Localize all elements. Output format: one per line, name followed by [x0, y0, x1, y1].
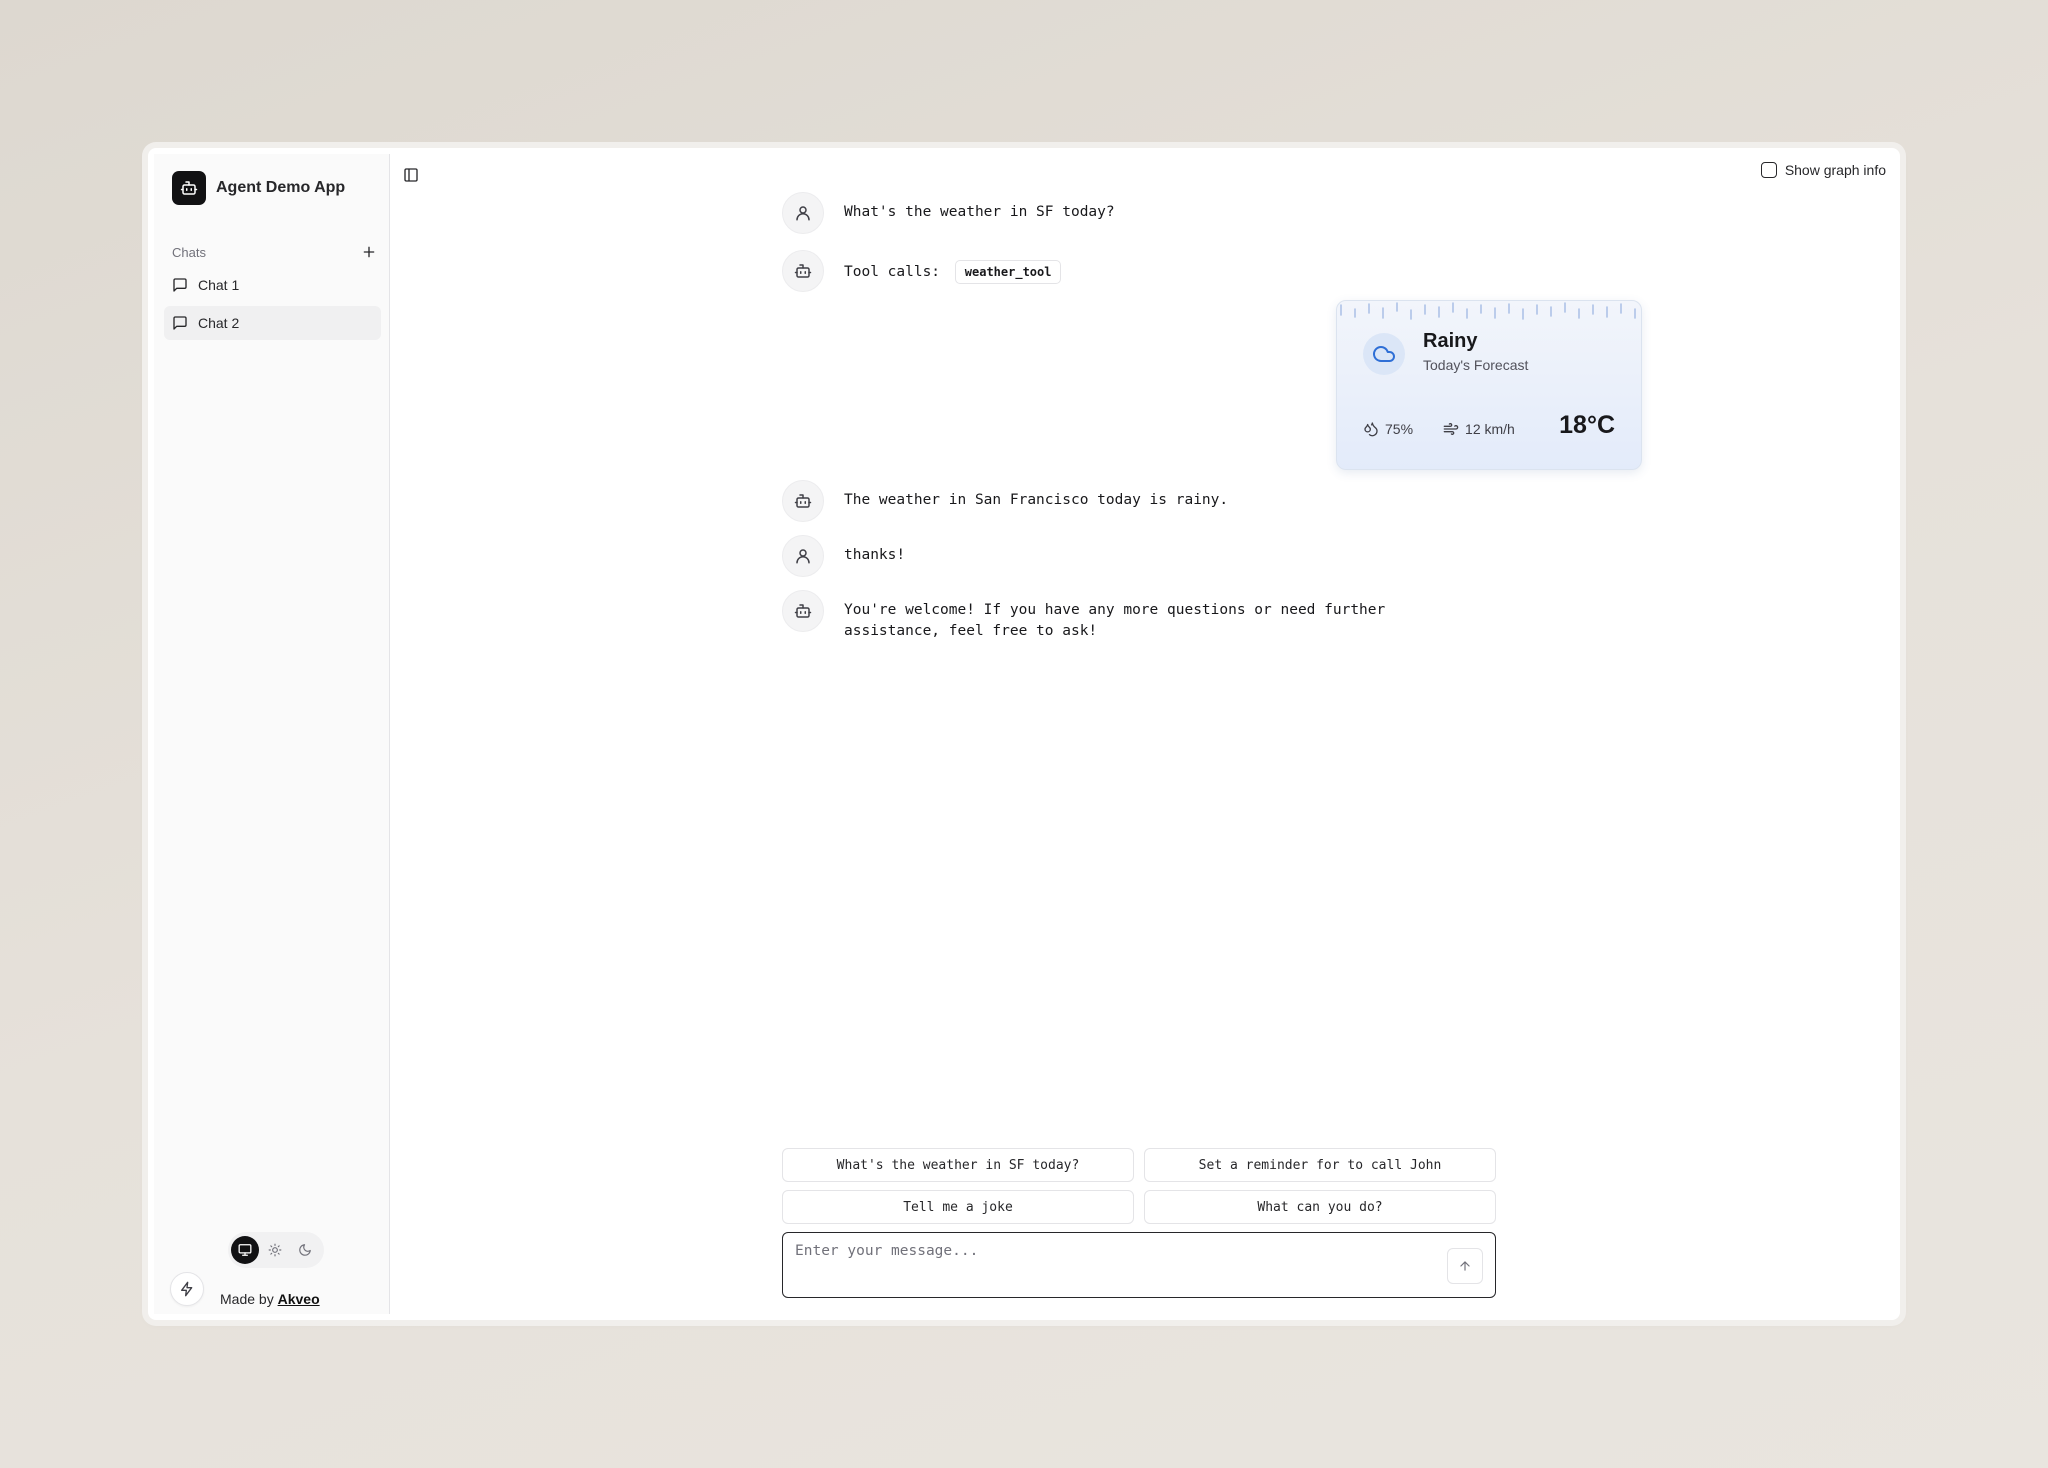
wind-stat: 12 km/h: [1443, 421, 1515, 437]
bot-avatar: [782, 590, 824, 632]
graph-info-label: Show graph info: [1784, 162, 1886, 178]
toggle-sidebar-button[interactable]: [400, 164, 422, 186]
weather-subtitle: Today's Forecast: [1423, 357, 1529, 373]
new-chat-button[interactable]: [357, 240, 381, 264]
suggestion-button[interactable]: What can you do?: [1144, 1190, 1496, 1224]
theme-light-button[interactable]: [261, 1236, 289, 1264]
message-user: thanks!: [782, 535, 1424, 577]
theme-toggle: [228, 1232, 324, 1268]
temperature-value: 18°C: [1559, 411, 1615, 439]
akveo-link[interactable]: Akveo: [278, 1291, 320, 1307]
chats-header: Chats: [172, 242, 381, 262]
graph-info-checkbox[interactable]: [1760, 162, 1777, 178]
sidebar-item-label: Chat 1: [198, 277, 240, 293]
message-text: You're welcome! If you have any more que…: [844, 602, 1386, 639]
quick-action-button[interactable]: [170, 1272, 204, 1306]
message-text: What's the weather in SF today?: [844, 204, 1115, 220]
weather-condition: Rainy: [1423, 330, 1478, 352]
chats-label: Chats: [172, 244, 206, 260]
wind-icon: [1443, 423, 1459, 435]
sidebar-item-label: Chat 2: [198, 315, 240, 331]
arrow-up-icon: [1460, 1261, 1470, 1271]
app-window: Agent Demo App Chats Chat 1 Chat 2 Made …: [148, 148, 1900, 1320]
plus-icon: [363, 246, 375, 258]
user-icon: [796, 206, 810, 221]
made-by: Made by Akveo: [220, 1291, 320, 1307]
user-icon: [796, 549, 810, 564]
theme-system-button[interactable]: [231, 1236, 259, 1264]
weather-card: Rainy Today's Forecast 75% 12 km/h 18°C: [1336, 300, 1642, 470]
sidebar-item-chat-2[interactable]: Chat 2: [164, 306, 381, 340]
message-assistant: The weather in San Francisco today is ra…: [782, 480, 1424, 522]
tool-calls-label: Tool calls:: [844, 264, 941, 280]
app-title: Agent Demo App: [216, 179, 346, 196]
bot-avatar: [782, 480, 824, 522]
robot-logo-icon: [172, 171, 206, 205]
panel-left-icon: [404, 168, 418, 182]
message-assistant: Tool calls: weather_tool: [782, 250, 1424, 292]
bolt-icon: [181, 1281, 193, 1297]
chat-main: Show graph info What's the weather in SF…: [390, 154, 1894, 1314]
cloud-icon: [1363, 333, 1405, 375]
suggestion-button[interactable]: What's the weather in SF today?: [782, 1148, 1134, 1182]
brand: Agent Demo App: [172, 171, 345, 205]
send-button[interactable]: [1447, 1248, 1483, 1284]
message-text: The weather in San Francisco today is ra…: [844, 492, 1229, 508]
sidebar-item-chat-1[interactable]: Chat 1: [164, 268, 381, 302]
robot-icon: [794, 494, 812, 508]
message-text: thanks!: [844, 547, 906, 563]
humidity-value: 75%: [1385, 421, 1414, 437]
robot-icon: [794, 264, 812, 278]
message-text: Tool calls: weather_tool: [844, 250, 1424, 284]
message-assistant: You're welcome! If you have any more que…: [782, 590, 1424, 642]
tool-call-chip: weather_tool: [954, 260, 1062, 284]
suggestion-button[interactable]: Set a reminder for to call John: [1144, 1148, 1496, 1182]
monitor-icon: [238, 1244, 252, 1256]
theme-dark-button[interactable]: [291, 1236, 319, 1264]
moon-icon: [299, 1244, 311, 1256]
user-avatar: [782, 192, 824, 234]
message-composer: [782, 1232, 1496, 1298]
made-by-prefix: Made by: [220, 1291, 274, 1307]
suggestion-button[interactable]: Tell me a joke: [782, 1190, 1134, 1224]
graph-info-toggle[interactable]: Show graph info: [1760, 162, 1886, 178]
message-user: What's the weather in SF today?: [782, 192, 1424, 234]
droplets-icon: [1364, 422, 1378, 437]
rain-drops-decoration: [1340, 302, 1636, 320]
weather-stats: 75% 12 km/h: [1363, 421, 1515, 437]
chat-list: Chat 1 Chat 2: [164, 268, 381, 344]
user-avatar: [782, 535, 824, 577]
message-square-icon: [173, 316, 187, 330]
message-input[interactable]: [795, 1243, 1415, 1283]
sun-icon: [268, 1243, 282, 1257]
sidebar: Agent Demo App Chats Chat 1 Chat 2 Made …: [154, 154, 390, 1314]
robot-icon: [794, 604, 812, 618]
wind-value: 12 km/h: [1465, 421, 1515, 437]
humidity-stat: 75%: [1363, 421, 1413, 437]
bot-avatar: [782, 250, 824, 292]
message-square-icon: [173, 278, 187, 292]
